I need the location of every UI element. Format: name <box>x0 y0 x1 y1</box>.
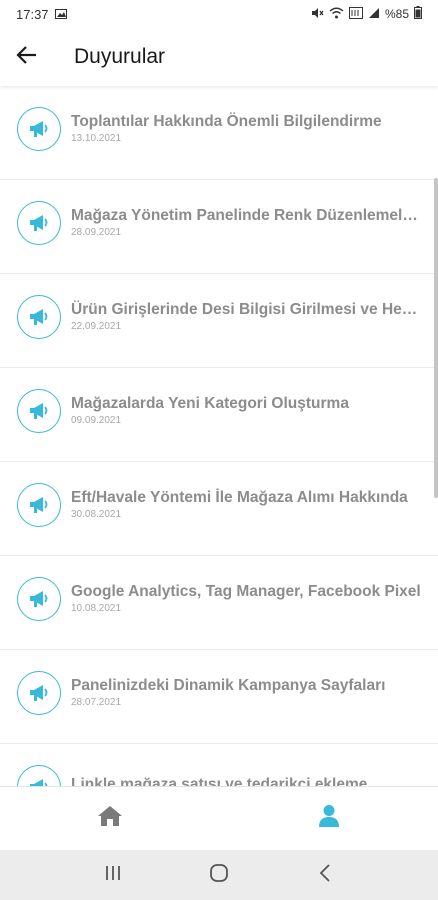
announcement-item[interactable]: Panelinizdeki Dinamik Kampanya Sayfaları… <box>0 650 438 744</box>
bottom-nav <box>0 786 438 850</box>
megaphone-icon <box>17 482 61 527</box>
announcement-item[interactable]: Toplantılar Hakkında Önemli Bilgilendirm… <box>0 86 438 180</box>
chevron-left-icon <box>319 863 331 887</box>
announcement-date: 28.09.2021 <box>71 226 122 238</box>
signal-icon <box>368 7 380 22</box>
megaphone-icon <box>17 200 61 245</box>
megaphone-icon <box>17 294 61 339</box>
image-notification-icon <box>54 7 67 22</box>
battery-icon <box>414 6 422 22</box>
wifi-icon <box>329 7 344 22</box>
recent-apps-icon <box>105 865 121 886</box>
announcement-date: 10.08.2021 <box>71 602 122 614</box>
mute-icon <box>311 7 324 22</box>
announcement-title: Mağazalarda Yeni Kategori Oluşturma <box>71 394 349 412</box>
megaphone-icon <box>17 764 61 786</box>
announcement-list[interactable]: Toplantılar Hakkında Önemli Bilgilendirm… <box>0 86 438 786</box>
home-system-button[interactable] <box>194 850 244 900</box>
status-time: 17:37 <box>16 6 49 22</box>
announcement-title: Panelinizdeki Dinamik Kampanya Sayfaları <box>71 676 386 694</box>
user-icon <box>318 804 340 833</box>
megaphone-icon <box>17 670 61 715</box>
announcement-item[interactable]: Linkle mağaza satışı ve tedarikçi ekleme <box>0 744 438 786</box>
system-nav-bar <box>0 850 438 900</box>
announcement-item[interactable]: Mağaza Yönetim Panelinde Renk Düzenlemel… <box>0 180 438 274</box>
scrollbar[interactable] <box>434 178 438 498</box>
announcement-date: 30.08.2021 <box>71 508 122 520</box>
back-system-button[interactable] <box>300 850 350 900</box>
page-title: Duyurular <box>74 45 166 68</box>
arrow-left-icon <box>16 45 38 70</box>
announcement-date: 22.09.2021 <box>71 320 122 332</box>
announcement-item[interactable]: Eft/Havale Yöntemi İle Mağaza Alımı Hakk… <box>0 462 438 556</box>
announcement-date: 28.07.2021 <box>71 696 122 708</box>
announcement-title: Linkle mağaza satışı ve tedarikçi ekleme <box>71 776 368 786</box>
battery-percent: %85 <box>384 7 409 21</box>
home-circle-icon <box>209 863 229 888</box>
nav-profile-button[interactable] <box>219 787 438 851</box>
announcement-item[interactable]: Google Analytics, Tag Manager, Facebook … <box>0 556 438 650</box>
status-bar: 17:37 %85 <box>0 0 438 28</box>
announcement-date: 09.09.2021 <box>71 414 122 426</box>
recent-apps-button[interactable] <box>88 850 138 900</box>
announcement-title: Eft/Havale Yöntemi İle Mağaza Alımı Hakk… <box>71 488 408 506</box>
home-icon <box>97 805 123 832</box>
announcement-title: Ürün Girişlerinde Desi Bilgisi Girilmesi… <box>71 300 421 318</box>
nav-home-button[interactable] <box>0 787 219 851</box>
megaphone-icon <box>17 388 61 433</box>
announcement-item[interactable]: Ürün Girişlerinde Desi Bilgisi Girilmesi… <box>0 274 438 368</box>
announcement-item[interactable]: Mağazalarda Yeni Kategori Oluşturma 09.0… <box>0 368 438 462</box>
announcement-title: Google Analytics, Tag Manager, Facebook … <box>71 582 421 600</box>
announcement-title: Mağaza Yönetim Panelinde Renk Düzenlemel… <box>71 206 421 224</box>
volte-icon <box>348 6 363 22</box>
back-button[interactable] <box>0 28 56 86</box>
announcement-title: Toplantılar Hakkında Önemli Bilgilendirm… <box>71 112 382 130</box>
app-bar: Duyurular <box>0 28 438 86</box>
megaphone-icon <box>17 576 61 621</box>
announcement-date: 13.10.2021 <box>71 132 122 144</box>
megaphone-icon <box>17 106 61 151</box>
